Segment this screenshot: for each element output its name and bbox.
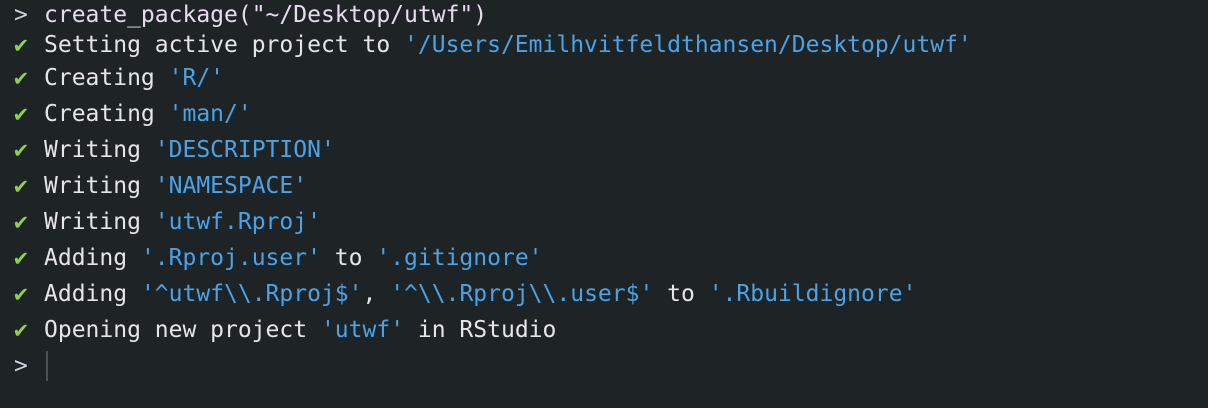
message-text: Creating [44,65,169,91]
quoted-path: '^utwf\\.Rproj$' [140,281,363,307]
prompt-symbol: > [14,2,28,28]
message-text: Writing [44,173,155,199]
text-cursor [46,351,48,381]
message-text: Setting active project to [44,32,405,58]
quoted-path: 'DESCRIPTION' [154,137,335,163]
message-text: Adding [44,281,141,307]
output-line: ✔ Opening new project 'utwf' in RStudio [14,312,1208,348]
message-text: Writing [44,209,155,235]
quoted-path: '.Rproj.user' [140,245,321,271]
quoted-path: '^\\.Rproj\\.user$' [390,281,654,307]
command-text: create_package("~/Desktop/utwf") [44,2,488,28]
check-mark-icon: ✔ [14,173,28,199]
message-text: to [653,281,709,307]
output-line: ✔ Writing 'utwf.Rproj' [14,204,1208,240]
quoted-path: 'NAMESPACE' [154,173,308,199]
input-prompt-symbol: > [14,353,28,379]
quoted-path: 'utwf.Rproj' [154,209,321,235]
quoted-path: 'R/' [168,65,225,91]
message-text: Creating [44,101,169,127]
quoted-path: '.gitignore' [376,245,543,271]
input-line[interactable]: > [14,348,1208,384]
message-text: , [362,281,391,307]
command-line: > create_package("~/Desktop/utwf") [14,0,1208,30]
check-mark-icon: ✔ [14,245,28,271]
check-mark-icon: ✔ [14,317,28,343]
output-lines: ✔ Setting active project to '/Users/Emilh… [14,30,1208,348]
check-mark-icon: ✔ [14,209,28,235]
check-mark-icon: ✔ [14,32,28,58]
message-text: Opening new project [44,317,321,343]
message-text: Writing [44,137,155,163]
quoted-path: '/Users/Emilhvitfeldthansen/Desktop/utwf… [404,32,972,58]
output-line: ✔ Writing 'DESCRIPTION' [14,132,1208,168]
output-line: ✔ Creating 'R/' [14,60,1208,96]
quoted-path: 'utwf' [320,317,405,343]
output-line: ✔ Adding '.Rproj.user' to '.gitignore' [14,240,1208,276]
check-mark-icon: ✔ [14,65,28,91]
r-console[interactable]: > create_package("~/Desktop/utwf") ✔ Sett… [0,0,1208,408]
message-text: Adding [44,245,141,271]
message-text: in RStudio [404,317,557,343]
quoted-path: '.Rbuildignore' [708,281,917,307]
output-line: ✔ Creating 'man/' [14,96,1208,132]
output-line: ✔ Adding '^utwf\\.Rproj$', '^\\.Rproj\\.u… [14,276,1208,312]
quoted-path: 'man/' [168,101,252,127]
output-line: ✔ Writing 'NAMESPACE' [14,168,1208,204]
output-line: ✔ Setting active project to '/Users/Emilh… [14,30,1208,60]
check-mark-icon: ✔ [14,281,28,307]
check-mark-icon: ✔ [14,101,28,127]
check-mark-icon: ✔ [14,137,28,163]
message-text: to [320,245,377,271]
